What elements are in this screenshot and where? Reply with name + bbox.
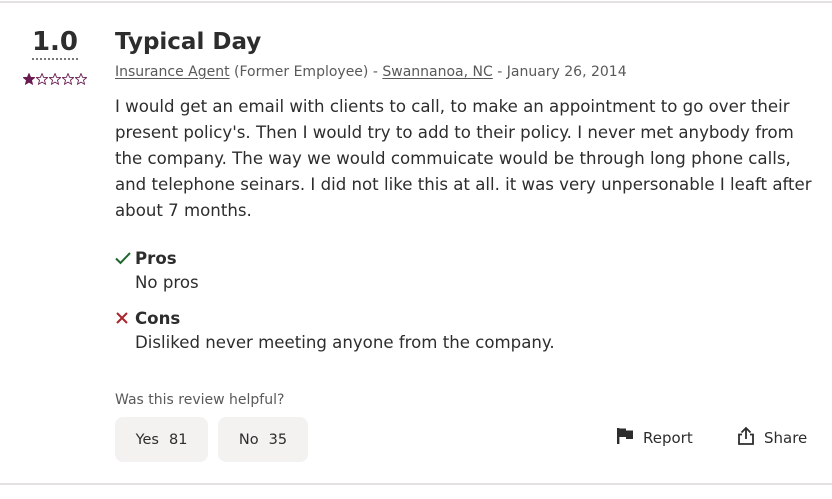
employment-status: (Former Employee) <box>234 64 369 80</box>
cons-text: Disliked never meeting anyone from the c… <box>135 333 555 352</box>
rating-block: 1.0 <box>20 26 90 86</box>
job-title-link[interactable]: Insurance Agent <box>115 64 230 80</box>
yes-count: 81 <box>168 431 188 448</box>
cons-section: Cons Disliked never meeting anyone from … <box>115 306 820 356</box>
review-title: Typical Day <box>115 29 262 55</box>
report-button[interactable]: Report <box>615 426 693 450</box>
helpful-yes-button[interactable]: Yes 81 <box>115 417 208 462</box>
report-label: Report <box>643 429 693 447</box>
yes-label: Yes <box>135 431 159 448</box>
star-icon <box>61 70 75 86</box>
review-meta: Insurance Agent (Former Employee) - Swan… <box>115 62 820 82</box>
helpful-question: Was this review helpful? <box>115 392 285 408</box>
share-button[interactable]: Share <box>736 426 807 450</box>
helpful-no-button[interactable]: No 35 <box>218 417 308 462</box>
rating-value[interactable]: 1.0 <box>31 26 79 60</box>
share-label: Share <box>764 429 808 447</box>
pros-label: Pros <box>135 248 177 268</box>
no-label: No <box>238 431 259 448</box>
pros-text: No pros <box>135 273 199 292</box>
share-icon <box>736 426 764 450</box>
cons-label: Cons <box>135 308 181 328</box>
star-icon <box>22 70 36 86</box>
star-rating <box>20 70 90 86</box>
location-link[interactable]: Swannanoa, NC <box>382 64 492 80</box>
star-icon <box>48 70 62 86</box>
x-icon <box>115 310 135 326</box>
review-content: Typical Day Insurance Agent (Former Empl… <box>115 26 820 356</box>
star-icon <box>35 70 49 86</box>
meta-separator: - <box>372 64 378 80</box>
top-divider <box>0 1 832 3</box>
review-card: 1.0 Typical Day Insurance Agent (Former … <box>0 0 832 499</box>
bottom-divider <box>0 483 832 485</box>
flag-icon <box>615 427 643 449</box>
no-count: 35 <box>268 431 288 448</box>
pros-section: Pros No pros <box>115 246 820 296</box>
review-body: I would get an email with clients to cal… <box>115 97 812 220</box>
checkmark-icon <box>115 250 135 266</box>
star-icon <box>74 70 88 86</box>
review-date: - January 26, 2014 <box>497 64 627 80</box>
